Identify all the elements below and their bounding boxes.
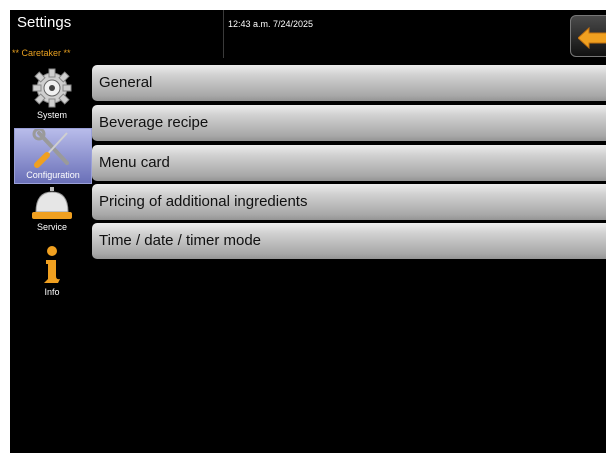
service-bell-icon [32, 187, 72, 219]
page-title: Settings [17, 14, 72, 31]
menu-item-menu-card[interactable]: Menu card [92, 145, 606, 181]
menu-item-beverage-recipe[interactable]: Beverage recipe [92, 105, 606, 141]
info-icon [44, 246, 60, 283]
sidebar-item-label: System [36, 110, 67, 120]
back-button[interactable] [570, 15, 606, 57]
menu-item-pricing-additional-ingredients[interactable]: Pricing of additional ingredients [92, 184, 606, 220]
sidebar-item-configuration[interactable]: Configuration [14, 128, 92, 184]
menu-item-time-date-timer-mode[interactable]: Time / date / timer mode [92, 223, 606, 259]
menu-item-general[interactable]: General [92, 65, 606, 101]
wrench-screwdriver-icon [32, 129, 69, 168]
back-arrow-icon [578, 27, 606, 49]
sidebar-item-service[interactable]: Service [14, 186, 90, 244]
sidebar-item-system[interactable]: System [14, 66, 90, 124]
gear-icon [32, 68, 72, 108]
settings-screen: Settings ** Caretaker ** 12:43 a.m. 7/24… [10, 10, 606, 453]
header-divider [223, 10, 224, 58]
sidebar-item-label: Configuration [26, 170, 80, 180]
sidebar-item-label: Service [36, 222, 67, 232]
sidebar-item-label: Info [44, 287, 60, 297]
datetime-display: 12:43 a.m. 7/24/2025 [228, 19, 314, 29]
user-role-label: ** Caretaker ** [12, 48, 71, 58]
sidebar-item-info[interactable]: Info [14, 244, 90, 302]
